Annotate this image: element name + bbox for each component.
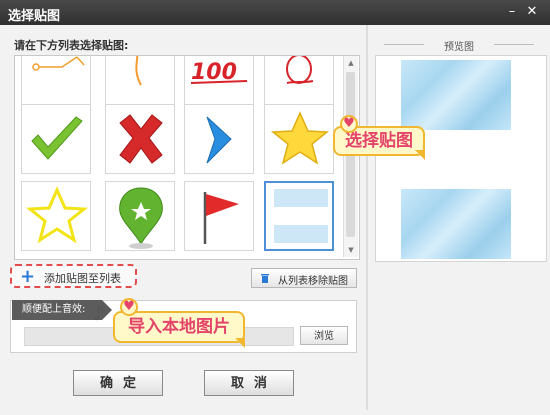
- remove-sticker-label: 从列表移除贴图: [278, 276, 348, 287]
- preview-box: [375, 55, 547, 262]
- sticker-chevron-blue[interactable]: [184, 104, 254, 174]
- music-note-icon: ♪: [92, 301, 105, 325]
- sticker-cross-red[interactable]: [105, 104, 175, 174]
- sticker-frame-blue[interactable]: [264, 181, 334, 251]
- sticker-map-pin-green[interactable]: [105, 181, 175, 251]
- sticker-grid: 100: [14, 55, 360, 260]
- window-title: 选择贴图: [8, 9, 61, 24]
- browse-button[interactable]: 浏览: [300, 326, 348, 345]
- sticker-100-red[interactable]: 100: [184, 56, 254, 106]
- list-prompt: 请在下方列表选择贴图:: [14, 39, 129, 52]
- sticker-checkmark-green[interactable]: [21, 104, 91, 174]
- close-icon[interactable]: ✕: [523, 3, 541, 21]
- preview-top-bar: [401, 60, 511, 130]
- preview-bottom-bar: [401, 189, 511, 259]
- heart-icon: ♥: [120, 298, 138, 316]
- add-sticker-label: 添加贴图至列表: [44, 272, 121, 285]
- title-bar: 选择贴图 – ✕: [0, 0, 550, 25]
- scroll-up-icon[interactable]: ▲: [344, 57, 358, 69]
- remove-sticker-button[interactable]: 从列表移除贴图: [251, 268, 357, 288]
- scroll-down-icon[interactable]: ▼: [344, 244, 358, 256]
- callout-fold: [415, 150, 425, 160]
- heart-icon: ♥: [340, 115, 358, 133]
- sound-effect-label: 顺便配上音效:: [12, 300, 112, 320]
- sticker-scribble-red[interactable]: [264, 56, 334, 106]
- cancel-button[interactable]: 取消: [204, 370, 294, 396]
- preview-label: 预览图: [374, 38, 544, 53]
- trash-icon: [261, 274, 269, 283]
- callout-fold: [235, 338, 245, 348]
- annotation-import-local: 导入本地图片: [113, 311, 245, 343]
- sticker-star-yellow[interactable]: [264, 104, 334, 174]
- ok-button[interactable]: 确定: [73, 370, 163, 396]
- sticker-flag-red[interactable]: [184, 181, 254, 251]
- add-sticker-button[interactable]: + 添加贴图至列表: [10, 264, 137, 288]
- sticker-curve-orange[interactable]: [105, 56, 175, 106]
- minimize-icon[interactable]: –: [503, 3, 521, 21]
- sticker-line-circuit[interactable]: [21, 56, 91, 106]
- plus-icon: +: [20, 266, 36, 287]
- sticker-star-outline-yellow[interactable]: [21, 181, 91, 251]
- sticker-scrollbar[interactable]: ▲ ▼: [343, 56, 358, 257]
